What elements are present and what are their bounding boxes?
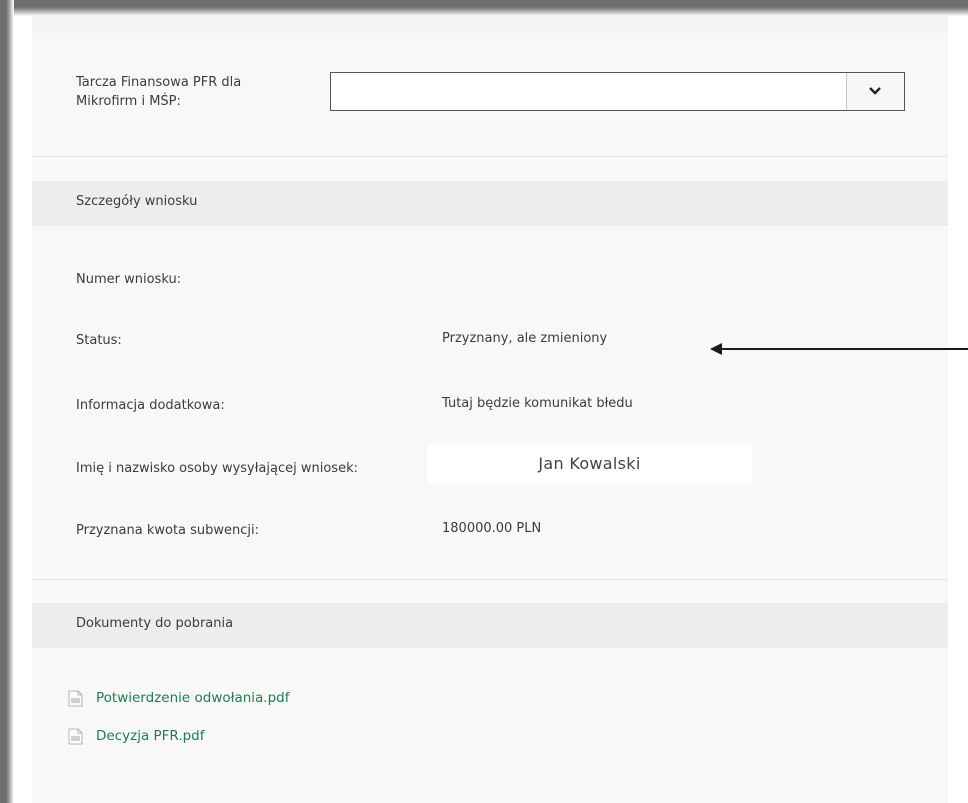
details-section-title: Szczegóły wniosku bbox=[76, 194, 198, 209]
details-section-header: Szczegóły wniosku bbox=[32, 181, 948, 226]
shield-select-toggle[interactable] bbox=[846, 73, 904, 110]
top-strip bbox=[32, 16, 948, 33]
form-panel: Tarcza Finansowa PFR dla Mikrofirm i MŚP… bbox=[32, 16, 948, 803]
pdf-file-icon bbox=[68, 728, 83, 744]
application-window: Tarcza Finansowa PFR dla Mikrofirm i MŚP… bbox=[0, 0, 968, 803]
status-label: Status: bbox=[76, 333, 122, 348]
document-link-item[interactable]: Potwierdzenie odwołania.pdf bbox=[68, 688, 290, 708]
window-border-left bbox=[0, 0, 14, 803]
divider bbox=[32, 579, 948, 580]
sender-name-field: Jan Kowalski bbox=[427, 445, 752, 483]
application-number-label: Numer wniosku: bbox=[76, 272, 182, 287]
sender-name-value: Jan Kowalski bbox=[538, 454, 641, 473]
status-value: Przyznany, ale zmieniony bbox=[442, 331, 608, 346]
annotation-arrow-icon bbox=[710, 343, 968, 355]
pdf-file-icon bbox=[68, 690, 83, 706]
additional-info-value: Tutaj będzie komunikat błedu bbox=[442, 396, 633, 411]
window-border-top bbox=[0, 0, 968, 16]
sender-name-label: Imię i nazwisko osoby wysyłającej wniose… bbox=[76, 461, 358, 476]
documents-section-header: Dokumenty do pobrania bbox=[32, 603, 948, 648]
subsidy-amount-value: 180000.00 PLN bbox=[442, 521, 542, 536]
shield-select[interactable] bbox=[330, 72, 905, 111]
documents-section-title: Dokumenty do pobrania bbox=[76, 616, 234, 631]
document-link-item[interactable]: Decyzja PFR.pdf bbox=[68, 726, 205, 746]
divider bbox=[32, 156, 948, 157]
subsidy-amount-label: Przyznana kwota subwencji: bbox=[76, 523, 260, 538]
shield-field-label: Tarcza Finansowa PFR dla Mikrofirm i MŚP… bbox=[76, 75, 242, 109]
additional-info-label: Informacja dodatkowa: bbox=[76, 398, 225, 413]
chevron-down-icon bbox=[869, 87, 881, 95]
document-link-pfr-decision[interactable]: Decyzja PFR.pdf bbox=[96, 728, 205, 744]
document-link-appeal-confirmation[interactable]: Potwierdzenie odwołania.pdf bbox=[96, 690, 290, 706]
